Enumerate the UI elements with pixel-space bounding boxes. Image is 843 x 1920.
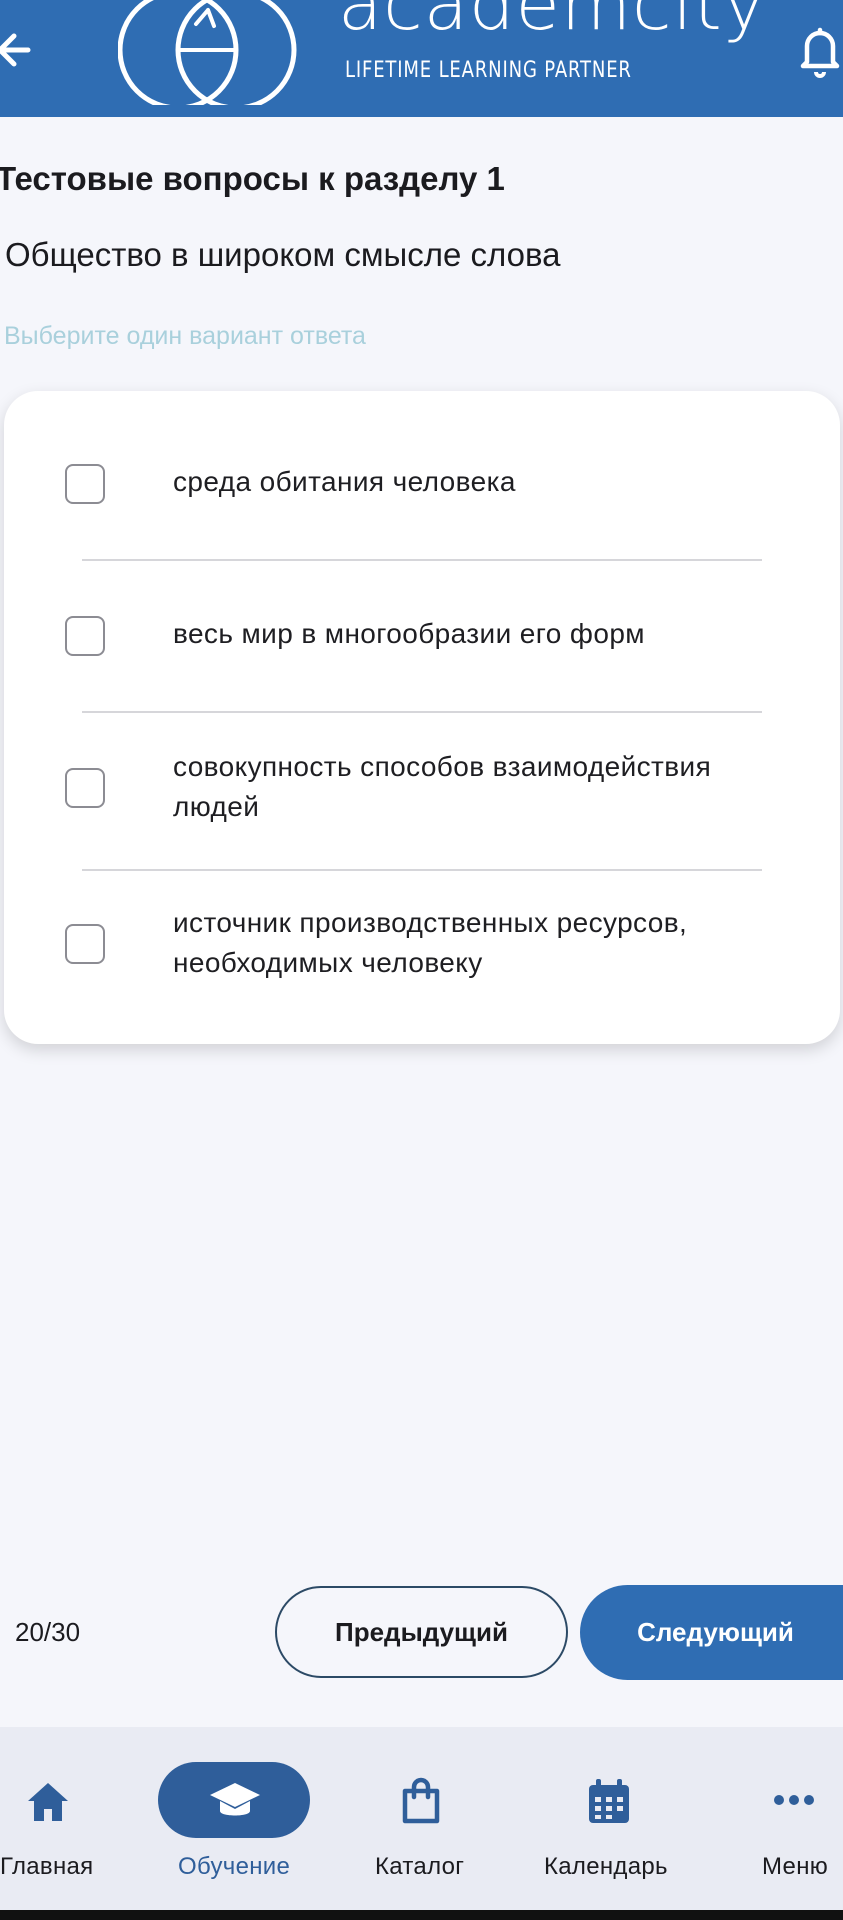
option-checkbox[interactable]	[65, 924, 105, 964]
option-label: источник производственных ресурсов, необ…	[173, 907, 688, 978]
nav-label: Меню	[762, 1853, 829, 1880]
home-icon	[28, 1783, 68, 1821]
nav-item-catalog[interactable]: Каталог	[360, 1727, 480, 1910]
section-title: Тестовые вопросы к разделу 1	[0, 160, 505, 197]
academcity-logo-icon	[118, 0, 297, 105]
answer-options-card: среда обитания человека весь мир в много…	[4, 391, 840, 1044]
graduation-cap-icon	[210, 1783, 260, 1816]
answer-option-2[interactable]: весь мир в многообразии его форм	[4, 577, 840, 695]
nav-label: Каталог	[375, 1853, 465, 1880]
question-text: Общество в широком смысле слова	[5, 236, 561, 273]
shopping-bag-icon	[402, 1777, 440, 1824]
next-button[interactable]: Следующий	[580, 1585, 843, 1680]
option-label: среда обитания человека	[173, 466, 516, 497]
bell-icon	[800, 27, 840, 78]
answer-option-1[interactable]: среда обитания человека	[4, 425, 840, 543]
nav-label: Обучение	[178, 1853, 291, 1880]
calendar-icon	[589, 1779, 629, 1823]
answer-option-3[interactable]: совокупность способов взаимодействия люд…	[4, 729, 840, 867]
question-counter: 20/30	[15, 1617, 81, 1647]
answer-hint: Выберите один вариант ответа	[4, 322, 366, 350]
option-label: совокупность способов взаимодействия люд…	[173, 751, 712, 822]
nav-item-learning[interactable]: Обучение	[140, 1727, 328, 1910]
brand-tagline: LIFETIME LEARNING PARTNER	[345, 58, 632, 83]
system-home-bar	[0, 1910, 843, 1920]
previous-button[interactable]: Предыдущий	[275, 1586, 568, 1678]
divider	[82, 711, 762, 713]
divider	[82, 869, 762, 871]
nav-label: Календарь	[544, 1853, 668, 1880]
answer-option-4[interactable]: источник производственных ресурсов, необ…	[4, 885, 840, 1025]
option-checkbox[interactable]	[65, 616, 105, 656]
divider	[82, 559, 762, 561]
notifications-button[interactable]	[797, 22, 843, 80]
nav-item-home[interactable]: Главная	[0, 1727, 110, 1910]
bottom-navigation: Главная Обучение Каталог Календарь Меню	[0, 1727, 843, 1910]
option-checkbox[interactable]	[65, 768, 105, 808]
brand-name: academcity	[338, 0, 767, 46]
nav-item-calendar[interactable]: Календарь	[530, 1727, 690, 1910]
more-icon	[774, 1795, 814, 1805]
arrow-left-icon	[0, 33, 31, 67]
app-header: academcity LIFETIME LEARNING PARTNER	[0, 0, 843, 117]
option-label: весь мир в многообразии его форм	[173, 618, 645, 649]
nav-item-menu[interactable]: Меню	[752, 1727, 843, 1910]
option-checkbox[interactable]	[65, 464, 105, 504]
nav-label: Главная	[0, 1853, 94, 1880]
back-button[interactable]	[0, 20, 38, 80]
